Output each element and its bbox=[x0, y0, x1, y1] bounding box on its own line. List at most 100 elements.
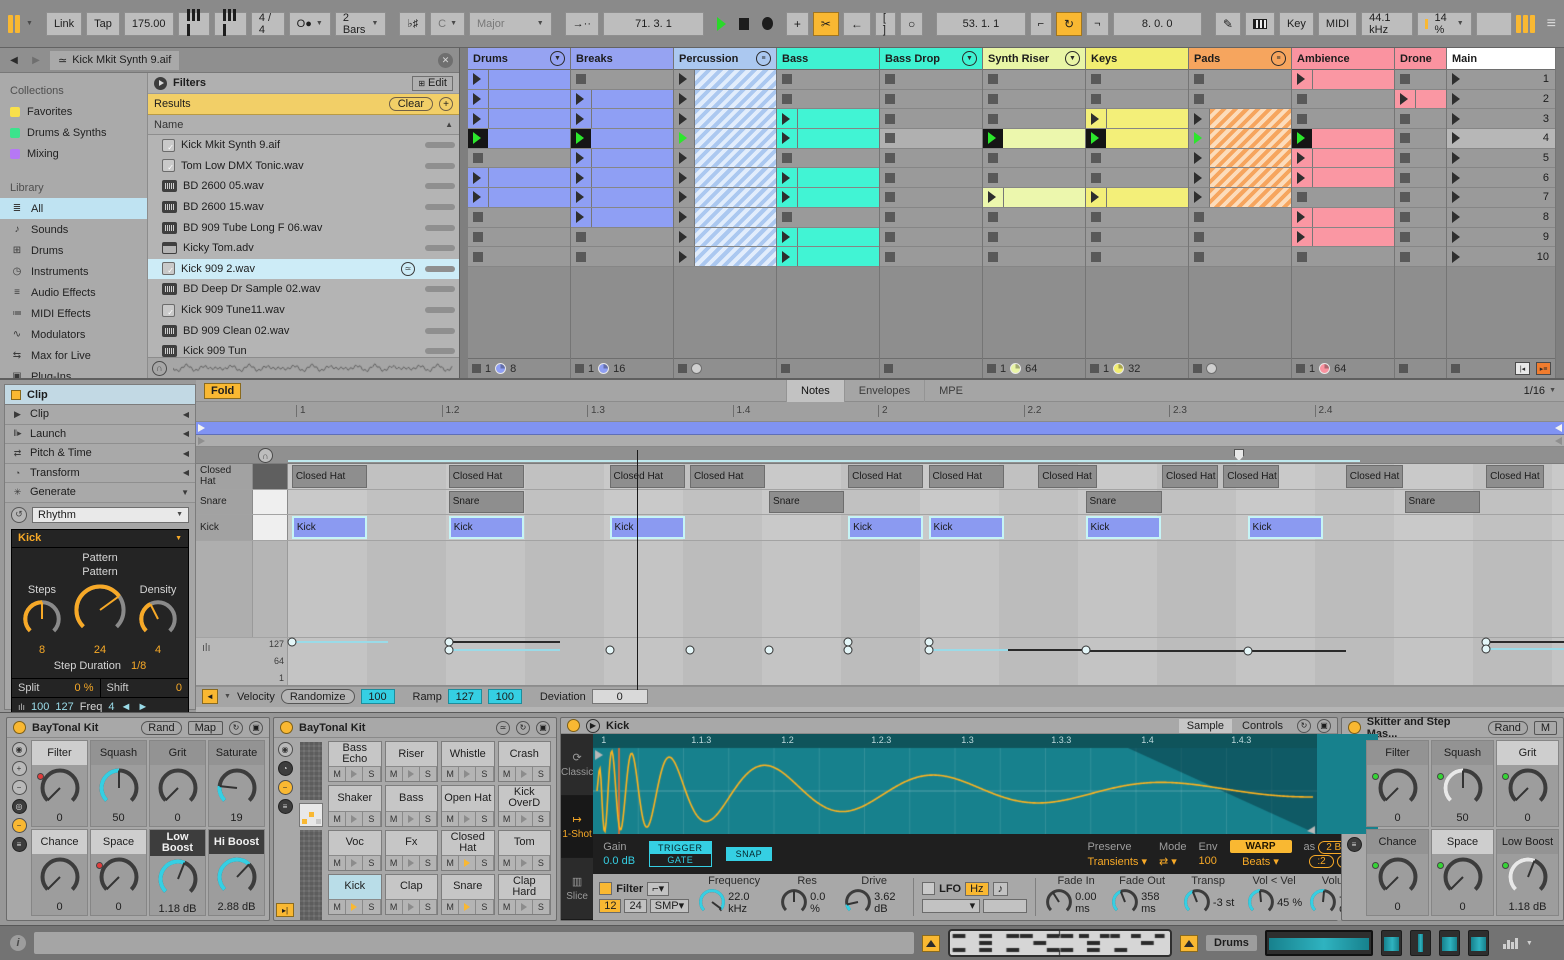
macro-value[interactable]: 50 bbox=[1456, 812, 1468, 824]
clip-overview[interactable] bbox=[948, 929, 1172, 957]
pad-name[interactable]: Clap bbox=[385, 874, 437, 900]
sort-icon[interactable]: ▲ bbox=[445, 120, 453, 129]
control-bar-caret-icon[interactable]: ▼ bbox=[26, 20, 33, 27]
track-stop-all-icon[interactable] bbox=[472, 364, 481, 373]
key-map-button[interactable]: Key bbox=[1278, 11, 1314, 36]
device-title[interactable]: BayTonal Kit bbox=[299, 722, 365, 734]
pad-mute-button[interactable]: M bbox=[385, 811, 403, 826]
clip-slot[interactable] bbox=[983, 89, 1085, 110]
drive-value[interactable]: 3.62 dB bbox=[874, 891, 905, 915]
drum-pad-clap-hard[interactable]: Clap Hard M S bbox=[497, 873, 551, 915]
map-button[interactable]: M bbox=[1533, 720, 1557, 735]
knob[interactable] bbox=[1375, 854, 1421, 903]
clip-slot[interactable] bbox=[880, 129, 982, 149]
macro-controls-icon[interactable]: − bbox=[11, 818, 27, 833]
macro-value[interactable]: 0 bbox=[56, 901, 62, 913]
clip-slot[interactable] bbox=[1189, 109, 1291, 130]
file-row[interactable]: BD 909 Tube Long F 06.wav bbox=[148, 217, 459, 238]
track-header[interactable]: Percussion ≡ bbox=[674, 48, 776, 70]
clip-slot[interactable] bbox=[674, 89, 776, 110]
velocity-marker[interactable] bbox=[605, 645, 615, 655]
clip-slot[interactable] bbox=[1086, 109, 1188, 130]
info-icon[interactable]: i bbox=[10, 935, 26, 951]
clip-slot[interactable] bbox=[674, 247, 776, 267]
clip-slot[interactable] bbox=[777, 109, 879, 130]
midi-note[interactable]: Kick bbox=[609, 516, 685, 539]
track-menu-icon[interactable]: ≡ bbox=[756, 51, 771, 66]
param-transp[interactable]: Transp -3 st bbox=[1176, 875, 1240, 920]
drum-pad-snare[interactable]: Snare M S bbox=[441, 873, 495, 915]
velocity-marker[interactable] bbox=[843, 645, 853, 655]
pad-name[interactable]: Kick OverD bbox=[498, 786, 550, 812]
track-stop-all-icon[interactable] bbox=[781, 364, 790, 373]
param-fade-in[interactable]: Fade In 0.00 ms bbox=[1044, 875, 1108, 920]
macro-grit[interactable]: Grit 0 bbox=[1496, 740, 1559, 827]
knob[interactable] bbox=[136, 597, 180, 644]
play-button[interactable] bbox=[716, 16, 726, 31]
param-fade-out[interactable]: Fade Out 358 ms bbox=[1110, 875, 1174, 920]
pad-solo-button[interactable]: S bbox=[419, 767, 438, 782]
warp-half-button[interactable]: :2 bbox=[1309, 855, 1334, 868]
track-header[interactable]: Breaks bbox=[571, 48, 673, 70]
meter-caret-icon[interactable]: ▼ bbox=[1526, 940, 1533, 947]
midi-note[interactable]: Kick bbox=[848, 516, 924, 539]
midi-note[interactable]: Closed Hat bbox=[1162, 465, 1219, 488]
midi-note[interactable]: Closed Hat bbox=[1486, 465, 1544, 488]
clip-slot[interactable] bbox=[880, 70, 982, 90]
clip-slot[interactable] bbox=[1292, 247, 1394, 267]
pad-solo-button[interactable]: S bbox=[476, 900, 494, 914]
pad-mute-button[interactable]: M bbox=[329, 855, 347, 870]
show-more-icon[interactable]: + bbox=[11, 761, 27, 776]
clip-slot[interactable] bbox=[1189, 89, 1291, 110]
device-title[interactable]: BayTonal Kit bbox=[32, 722, 98, 734]
macro-value[interactable]: 1.18 dB bbox=[159, 903, 197, 915]
pad-play-button[interactable] bbox=[402, 855, 420, 870]
loop-start-field[interactable]: 53. 1. 1 bbox=[936, 11, 1026, 36]
clip-slot[interactable] bbox=[1292, 148, 1394, 169]
drum-pad-riser[interactable]: Riser M S bbox=[384, 741, 438, 783]
receive-icon[interactable]: ◔ bbox=[277, 761, 293, 776]
clip-slot[interactable] bbox=[571, 70, 673, 90]
clip-slot[interactable] bbox=[468, 109, 570, 130]
browser-search-tab[interactable]: ≃ Kick Mkit Synth 9.aif bbox=[50, 50, 180, 70]
drum-pad-voc[interactable]: Voc M S bbox=[328, 829, 382, 871]
clip-slot[interactable] bbox=[674, 168, 776, 189]
clip-slot[interactable] bbox=[777, 207, 879, 228]
clip-slot[interactable] bbox=[674, 227, 776, 248]
drum-pad-closed-hat[interactable]: Closed Hat M S bbox=[441, 829, 495, 871]
velocity-marker[interactable] bbox=[1481, 644, 1491, 654]
punch-out-button[interactable]: ¬ bbox=[1086, 11, 1109, 36]
drum-pad-shaker[interactable]: Shaker M S bbox=[328, 785, 382, 827]
grid-resolution-menu[interactable]: 1/16 ▼ bbox=[1524, 385, 1556, 397]
pad-mute-button[interactable]: M bbox=[498, 767, 516, 782]
browser-back-button[interactable]: ◀ bbox=[6, 52, 22, 68]
pad-play-button[interactable] bbox=[346, 767, 364, 782]
lane-piano-key[interactable] bbox=[253, 515, 288, 540]
macro-value[interactable]: 0 bbox=[1394, 901, 1400, 913]
trigger-gate-switch[interactable]: TRIGGER GATE bbox=[649, 841, 712, 867]
scene-slot[interactable]: 9 bbox=[1447, 227, 1555, 248]
knob[interactable] bbox=[1308, 887, 1338, 920]
clip-slot[interactable] bbox=[880, 109, 982, 130]
scale-menu[interactable]: Major ▼ bbox=[469, 11, 552, 36]
lfo-rate-field[interactable] bbox=[983, 898, 1028, 913]
map-button[interactable]: Map bbox=[187, 720, 223, 735]
pad-mute-button[interactable]: M bbox=[442, 767, 460, 782]
clip-slot[interactable] bbox=[571, 207, 673, 228]
clip-slot[interactable] bbox=[571, 168, 673, 189]
save-icon[interactable]: ▣ bbox=[536, 720, 550, 735]
clip-slot[interactable] bbox=[880, 227, 982, 248]
clip-section-transform[interactable]: ◔ Transform ◀ bbox=[5, 463, 195, 483]
split-control[interactable]: Split 0 % bbox=[12, 678, 101, 697]
clip-slot[interactable] bbox=[1292, 129, 1394, 149]
file-row[interactable]: BD Deep Dr Sample 02.wav bbox=[148, 279, 459, 300]
record-button[interactable] bbox=[761, 17, 773, 30]
track-header[interactable]: Bass bbox=[777, 48, 879, 70]
lane-piano-key[interactable] bbox=[253, 464, 288, 489]
sidebar-item-instruments[interactable]: ◷ Instruments bbox=[0, 261, 147, 282]
punch-button[interactable]: [ ] bbox=[874, 11, 897, 36]
drum-pad-tom[interactable]: Tom M S bbox=[497, 829, 551, 871]
lane-note-area[interactable]: Kick Kick Kick Kick Kick Kick Kick bbox=[288, 515, 1564, 540]
clip-slot[interactable] bbox=[468, 148, 570, 169]
clear-search-icon[interactable]: ✕ bbox=[438, 52, 453, 68]
